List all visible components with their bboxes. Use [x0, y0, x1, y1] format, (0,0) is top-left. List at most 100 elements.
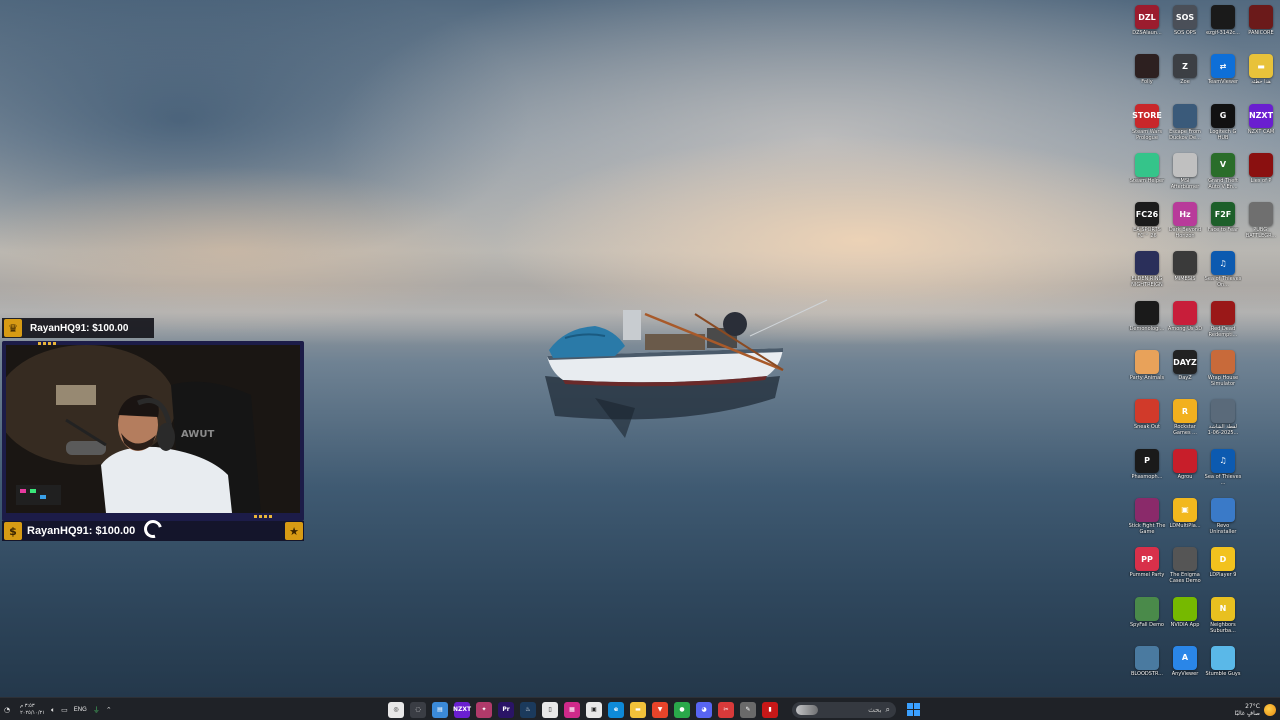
desktop-icon[interactable]: ▣ LDMultiPla...	[1166, 495, 1204, 544]
desktop-icon[interactable]: ▬ هذا خطئه	[1242, 51, 1280, 100]
desktop-icon[interactable]: PP Pummel Party	[1128, 544, 1166, 593]
desktop-icon[interactable]: Folly	[1128, 51, 1166, 100]
desktop-icon[interactable]: Z Zoe	[1166, 51, 1204, 100]
brave-icon[interactable]: ▼	[652, 701, 668, 718]
app-icon: F2F	[1211, 202, 1235, 227]
file-icon[interactable]: ▯	[542, 701, 558, 718]
taskbar-pinned-apps: ◎ ◌ ▤ NZXT ✦ Pr ♨ ▯ ▦ ▣ e ▬ ▼ ● ◕ ✂ ✎ ▮ بحث ⌕	[388, 698, 922, 720]
desktop-icon[interactable]: DAYZ DayZ	[1166, 347, 1204, 396]
desktop-icon[interactable]: لقطة الشاشة 2025-06-1...	[1204, 396, 1242, 445]
desktop-icon[interactable]: Stumble Guys	[1204, 643, 1242, 692]
desktop-icon-label: Steam Wars Prologue	[1131, 128, 1163, 141]
desktop-icon[interactable]: STORE Steam Wars Prologue	[1128, 101, 1166, 150]
desktop-icon[interactable]: BLOODSTR...	[1128, 643, 1166, 692]
desktop-icon	[1242, 298, 1280, 347]
discord-icon[interactable]: ◕	[696, 701, 712, 718]
desktop-icon[interactable]: Stick Fight The Game	[1128, 495, 1166, 544]
notification-icon[interactable]: ◔	[4, 706, 10, 714]
desktop-icon-label: MIMESIS	[1174, 276, 1196, 283]
desktop-icon[interactable]: Lies of P	[1242, 150, 1280, 199]
desktop-icon[interactable]: N Neighbors Suburba...	[1204, 594, 1242, 643]
desktop-icon[interactable]: ⇄ TeamViewer	[1204, 51, 1242, 100]
desktop-icon-grid: DZL DZSAlaun... SOS SOS OPS ezgif-3142c... PA…	[1128, 2, 1280, 692]
explorer-icon[interactable]: ▬	[630, 701, 646, 718]
chrome-icon[interactable]: ●	[674, 701, 690, 718]
desktop-icon[interactable]: D LDPlayer 9	[1204, 544, 1242, 593]
desktop-icon-label: Lies of P	[1250, 177, 1272, 184]
desktop-icon[interactable]: NVIDIA App	[1166, 594, 1204, 643]
nzxt-icon[interactable]: NZXT	[453, 701, 471, 718]
desktop-icon[interactable]: Sneak Out	[1128, 396, 1166, 445]
clock[interactable]: ٣:٥٣ م ٢٠٢٥/١٠/٢١	[20, 703, 45, 717]
desktop-icon[interactable]: Among Us 3D	[1166, 298, 1204, 347]
app-icon	[1135, 497, 1159, 522]
webcam-feed: AWUT	[6, 345, 300, 513]
desktop-icon-label: NVIDIA App	[1170, 621, 1200, 628]
streamer-image: AWUT	[6, 345, 300, 513]
app-icon: N	[1211, 596, 1235, 621]
desktop-icon[interactable]: Party Animals	[1128, 347, 1166, 396]
desktop-icon[interactable]: DZL DZSAlaun...	[1128, 2, 1166, 51]
tool-icon[interactable]: ✎	[740, 701, 756, 718]
desktop-icon[interactable]: Revo Uninstaller	[1204, 495, 1242, 544]
microphone-icon[interactable]: ⏚	[93, 706, 100, 714]
steam-icon[interactable]: ♨	[520, 701, 536, 718]
app-icon	[1135, 300, 1159, 325]
desktop-icon[interactable]: FC26 EA SPORTS FC™ 26	[1128, 199, 1166, 248]
premiere-icon[interactable]: Pr	[498, 701, 514, 718]
desktop-icon[interactable]: Agrou	[1166, 446, 1204, 495]
desktop-icon-label: Folly	[1141, 79, 1153, 86]
desktop-icon[interactable]: V Grand Theft Auto V En...	[1204, 150, 1242, 199]
desktop-icon[interactable]: The Enigma Cases Demo	[1166, 544, 1204, 593]
search-highlight-icon	[796, 704, 818, 715]
task-view-icon[interactable]: ◌	[410, 701, 426, 718]
red-app-icon[interactable]: ▮	[762, 701, 778, 718]
desktop-icon-label: Grand Theft Auto V En...	[1208, 177, 1238, 190]
desktop-icon[interactable]: PANICORE	[1242, 2, 1280, 51]
desktop-icon[interactable]: Demonologi...	[1128, 298, 1166, 347]
network-icon[interactable]: ▭	[61, 706, 68, 714]
desktop-icon[interactable]: ezgif-3142c...	[1204, 2, 1242, 51]
desktop-icon[interactable]: Steam Helper	[1128, 150, 1166, 199]
volume-icon[interactable]: 🔈︎	[51, 706, 55, 714]
app-icon: NZXT	[1249, 103, 1273, 128]
desktop-icon-label: Face to Fear	[1207, 227, 1239, 234]
desktop-icon[interactable]: ELDEN RING NIGHTREIGN	[1128, 248, 1166, 297]
desktop-icon[interactable]: P Phasmoph...	[1128, 446, 1166, 495]
desktop-icon[interactable]: A AnyViewer	[1166, 643, 1204, 692]
chevron-up-icon[interactable]: ⌃	[106, 706, 112, 714]
app-pink-icon[interactable]: ✦	[476, 701, 492, 718]
weather-widget[interactable]: 27°C صافٍ غالبًا	[1235, 698, 1276, 720]
desktop-icon[interactable]: ♫ Sea of Thieves ...	[1204, 446, 1242, 495]
desktop-icon[interactable]: ♫ Sea of Thieves On...	[1204, 248, 1242, 297]
desktop-icon[interactable]: Escape From Duckov De...	[1166, 101, 1204, 150]
app-icon: Hz	[1173, 202, 1197, 227]
start-button[interactable]	[906, 702, 922, 718]
desktop-icon[interactable]: Red Dead Redempti...	[1204, 298, 1242, 347]
desktop-icon	[1242, 594, 1280, 643]
desktop-icon[interactable]: NZXT NZXT CAM	[1242, 101, 1280, 150]
app-icon	[1135, 645, 1159, 670]
app-icon: FC26	[1135, 202, 1159, 227]
language-indicator[interactable]: ENG	[74, 707, 87, 713]
desktop-icon[interactable]: R Rockstar Games ...	[1166, 396, 1204, 445]
desktop-icon[interactable]: Wrap House Simulator	[1204, 347, 1242, 396]
snip-icon[interactable]: ✂	[718, 701, 734, 718]
app-magenta-icon[interactable]: ▦	[564, 701, 580, 718]
app-icon: SOS	[1173, 5, 1197, 29]
desktop-icon[interactable]: G Logitech G HUB	[1204, 101, 1242, 150]
search-box[interactable]: بحث ⌕	[792, 701, 896, 718]
desktop-icon[interactable]: SpyFall Demo	[1128, 594, 1166, 643]
desktop-icon[interactable]: MSI Afterburner	[1166, 150, 1204, 199]
screenshot-app-icon[interactable]: ◎	[388, 701, 404, 718]
desktop-icon[interactable]: F2F Face to Fear	[1204, 199, 1242, 248]
notepad-icon[interactable]: ▤	[432, 701, 448, 718]
desktop-icon[interactable]: PUBG: BATTLEGR...	[1242, 199, 1280, 248]
desktop-icon-label: Zoe	[1180, 79, 1190, 86]
desktop-icon[interactable]: SOS SOS OPS	[1166, 2, 1204, 51]
edge-icon[interactable]: e	[608, 701, 624, 718]
sun-icon	[1264, 703, 1276, 716]
desktop-icon[interactable]: MIMESIS	[1166, 248, 1204, 297]
store-icon[interactable]: ▣	[586, 701, 602, 718]
desktop-icon[interactable]: Hz Dark Beyond Horizon	[1166, 199, 1204, 248]
